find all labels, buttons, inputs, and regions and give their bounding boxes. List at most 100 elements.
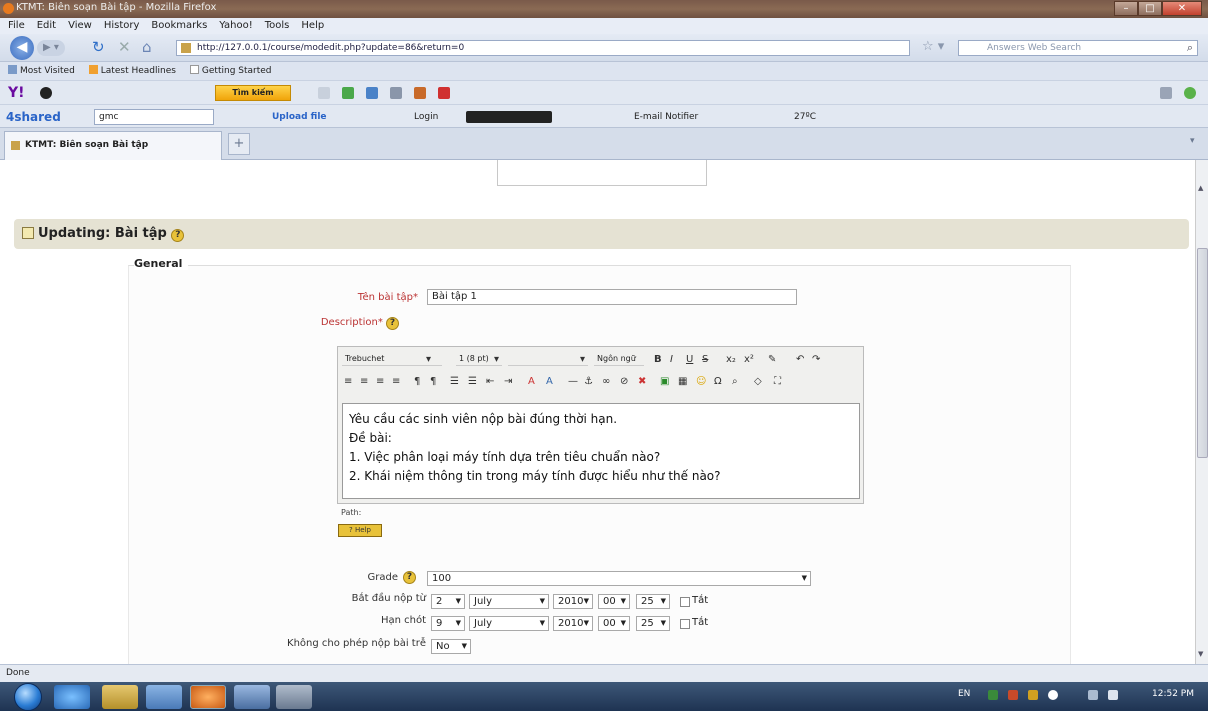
due-minute-select[interactable]: 25 ▼	[636, 616, 670, 631]
network-icon[interactable]	[1088, 690, 1098, 700]
tool-icon[interactable]	[1160, 87, 1172, 99]
strikethrough-icon[interactable]: S	[702, 352, 708, 368]
close-button[interactable]: ✕	[1162, 1, 1202, 16]
unordered-list-icon[interactable]: ☰	[468, 374, 477, 390]
scroll-up-icon[interactable]: ▲	[1198, 184, 1203, 192]
name-input[interactable]: Bài tập 1	[427, 289, 797, 305]
menu-history[interactable]: History	[104, 18, 140, 34]
start-day-select[interactable]: 2 ▼	[431, 594, 465, 609]
special-char-icon[interactable]: Ω	[714, 374, 722, 390]
grade-select[interactable]: 100 ▼	[427, 571, 811, 586]
login-button[interactable]: Login	[414, 111, 438, 123]
due-month-select[interactable]: July ▼	[469, 616, 549, 631]
tray-icon[interactable]	[1028, 690, 1038, 700]
subscript-icon[interactable]: x₂	[726, 352, 736, 368]
start-minute-select[interactable]: 25 ▼	[636, 594, 670, 609]
table-icon[interactable]: ▦	[678, 374, 687, 390]
media-player[interactable]	[466, 111, 552, 123]
firefox-taskbar-icon[interactable]	[190, 685, 226, 709]
search-icon[interactable]: ⌕	[1187, 41, 1193, 55]
start-disable-checkbox[interactable]	[680, 597, 690, 607]
tool-icon[interactable]	[342, 87, 354, 99]
scrollbar-thumb[interactable]	[1197, 248, 1208, 458]
bookmark-star-icon[interactable]: ☆ ▾	[922, 39, 944, 54]
due-year-select[interactable]: 2010 ▼	[553, 616, 593, 631]
menu-help[interactable]: Help	[301, 18, 324, 34]
bookmark-most-visited[interactable]: Most Visited	[8, 62, 75, 80]
menu-file[interactable]: File	[8, 18, 25, 34]
status-icon[interactable]	[1184, 87, 1196, 99]
underline-icon[interactable]: U	[686, 352, 693, 368]
heading-caret-icon[interactable]: ▾	[580, 352, 585, 368]
app-taskbar-icon[interactable]	[276, 685, 312, 709]
bold-icon[interactable]: B	[654, 352, 662, 368]
indent-icon[interactable]: ⇥	[504, 374, 512, 390]
text-color-icon[interactable]: A	[528, 374, 535, 390]
stop-icon[interactable]: ✕	[118, 39, 131, 56]
tray-icon[interactable]	[1048, 690, 1058, 700]
minimize-button[interactable]: –	[1114, 1, 1138, 16]
start-hour-select[interactable]: 00 ▼	[598, 594, 630, 609]
search-replace-icon[interactable]: ⌕	[732, 374, 738, 390]
tab-list-icon[interactable]: ▾	[1190, 136, 1202, 148]
outdent-icon[interactable]: ⇤	[486, 374, 494, 390]
ltr-icon[interactable]: ¶	[414, 374, 420, 390]
undo-icon[interactable]: ↶	[796, 352, 804, 368]
redo-icon[interactable]: ↷	[812, 352, 820, 368]
heading-select[interactable]	[508, 352, 588, 366]
ordered-list-icon[interactable]: ☰	[450, 374, 459, 390]
tab-ktmt[interactable]: KTMT: Biên soạn Bài tập	[4, 131, 222, 160]
page-scrollbar[interactable]: ▲ ▼	[1195, 160, 1208, 664]
upload-button[interactable]: Upload file	[272, 111, 327, 123]
rtl-icon[interactable]: ¶	[430, 374, 436, 390]
scroll-down-icon[interactable]: ▼	[1198, 650, 1203, 658]
yahoo-ball-icon[interactable]	[40, 87, 52, 99]
ie-taskbar-icon[interactable]	[54, 685, 90, 709]
bookmark-latest-headlines[interactable]: Latest Headlines	[88, 62, 176, 80]
yahoo-search-button[interactable]: Tìm kiếm	[215, 85, 291, 101]
due-disable-checkbox[interactable]	[680, 619, 690, 629]
clean-icon[interactable]: ✎	[768, 352, 776, 368]
language-select[interactable]: Ngôn ngữ	[594, 352, 644, 366]
help-icon[interactable]: ?	[386, 317, 399, 330]
reload-icon[interactable]: ↻	[92, 39, 105, 56]
tool-icon[interactable]	[414, 87, 426, 99]
email-notifier-button[interactable]: E-mail Notifier	[634, 111, 698, 123]
tool-icon[interactable]	[366, 87, 378, 99]
font-caret-icon[interactable]: ▾	[426, 352, 431, 368]
help-icon[interactable]: ?	[403, 571, 416, 584]
align-right-icon[interactable]: ≡	[376, 374, 384, 390]
search-box[interactable]: Answers Web Search ⌕	[958, 40, 1198, 56]
menu-bookmarks[interactable]: Bookmarks	[151, 18, 207, 34]
help-icon[interactable]: ?	[171, 229, 185, 242]
editor-help-button[interactable]: ? Help	[338, 524, 382, 537]
weather-widget[interactable]: 27ºC	[794, 111, 816, 123]
volume-icon[interactable]	[1108, 690, 1118, 700]
superscript-icon[interactable]: x²	[744, 352, 754, 368]
tool-icon[interactable]	[438, 87, 450, 99]
anchor-icon[interactable]: ⚓	[584, 374, 593, 390]
address-bar[interactable]: http://127.0.0.1/course/modedit.php?upda…	[176, 40, 910, 56]
hr-icon[interactable]: —	[568, 374, 578, 390]
app-taskbar-icon[interactable]	[146, 685, 182, 709]
html-source-icon[interactable]: ◇	[754, 374, 762, 390]
menu-view[interactable]: View	[68, 18, 92, 34]
justify-icon[interactable]: ≡	[392, 374, 400, 390]
unlink-icon[interactable]: ⊘	[620, 374, 628, 390]
tray-icon[interactable]	[988, 690, 998, 700]
back-button[interactable]: ◀	[10, 36, 34, 60]
size-caret-icon[interactable]: ▾	[494, 352, 499, 368]
start-month-select[interactable]: July ▼	[469, 594, 549, 609]
align-left-icon[interactable]: ≡	[344, 374, 352, 390]
late-submission-select[interactable]: No ▼	[431, 639, 471, 654]
tray-icon[interactable]	[1008, 690, 1018, 700]
taskbar-clock[interactable]: 12:52 PM	[1152, 689, 1194, 699]
tool-icon[interactable]	[390, 87, 402, 99]
due-day-select[interactable]: 9 ▼	[431, 616, 465, 631]
smiley-icon[interactable]: ☺	[696, 374, 706, 390]
italic-icon[interactable]: I	[670, 352, 673, 368]
tool-icon[interactable]	[318, 87, 330, 99]
menu-tools[interactable]: Tools	[265, 18, 290, 34]
bg-color-icon[interactable]: A	[546, 374, 553, 390]
align-center-icon[interactable]: ≡	[360, 374, 368, 390]
